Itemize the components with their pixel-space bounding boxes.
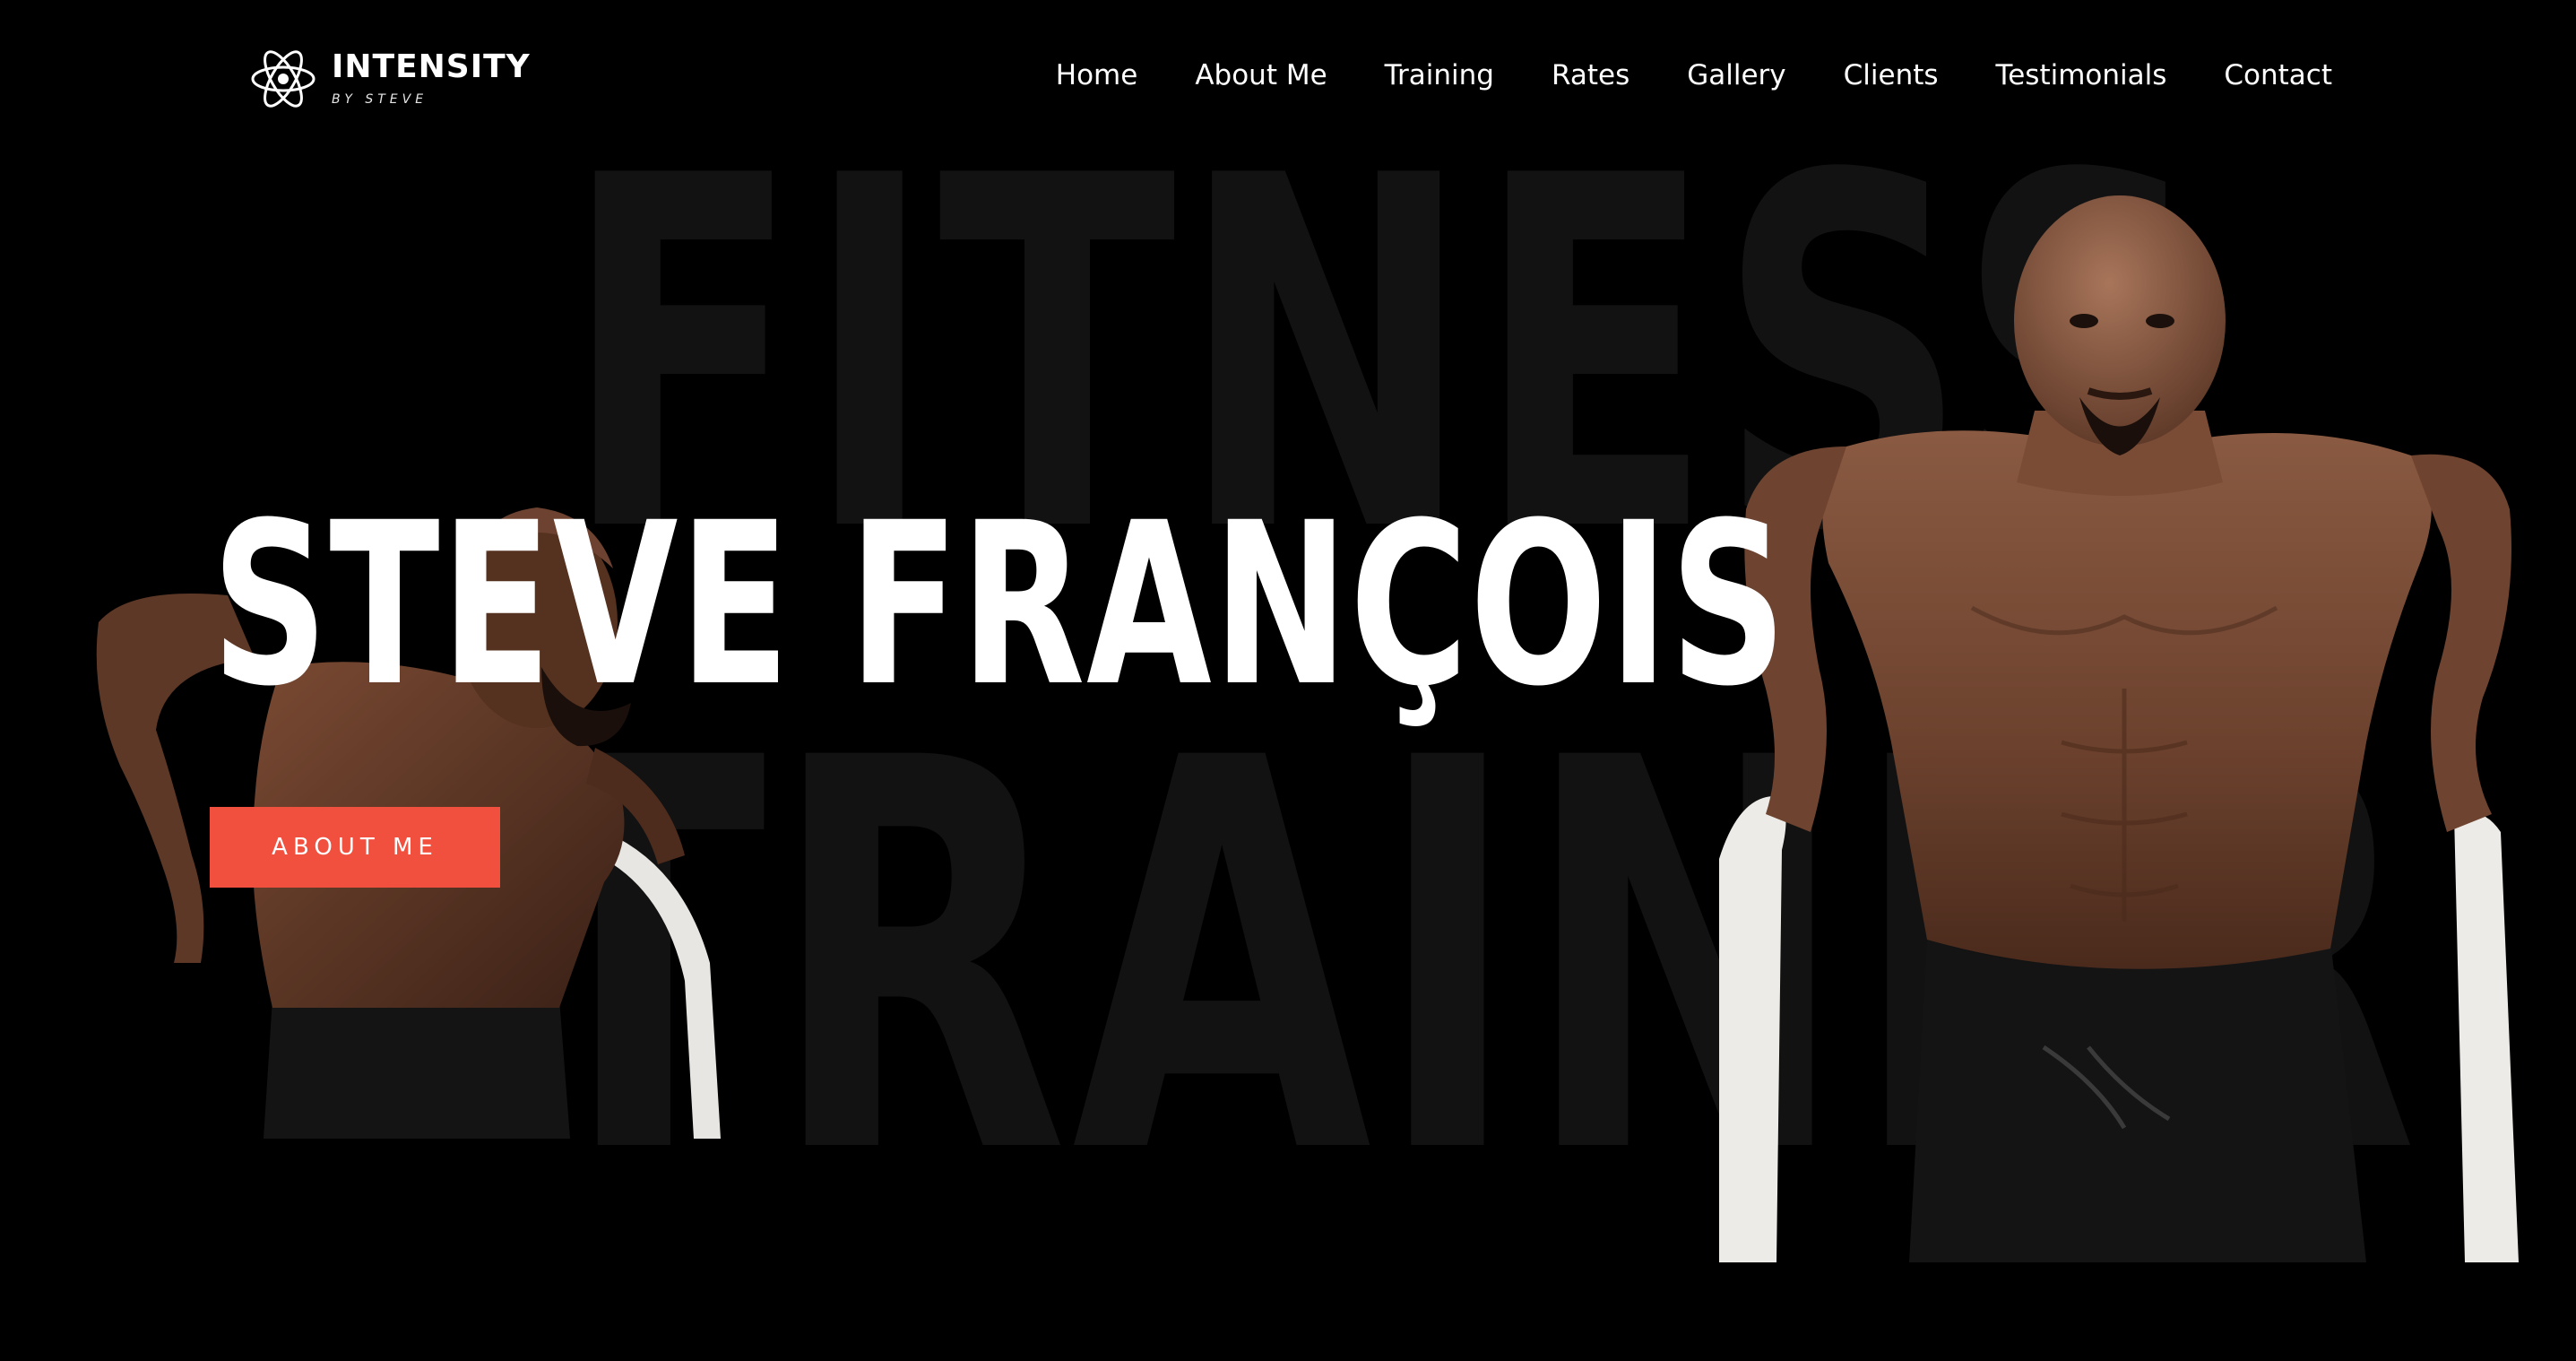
main-nav: Home About Me Training Rates Gallery Cli… [1056,59,2332,91]
nav-item-rates[interactable]: Rates [1552,59,1629,91]
brand-subtitle: BY STEVE [332,92,428,107]
trainer-photo-right [1719,195,2519,1262]
brand-title: INTENSITY [332,48,531,85]
about-me-button[interactable]: ABOUT ME [210,807,500,888]
nav-item-home[interactable]: Home [1056,59,1138,91]
nav-item-testimonials[interactable]: Testimonials [1996,59,2167,91]
nav-item-about-me[interactable]: About Me [1195,59,1327,91]
nav-item-clients[interactable]: Clients [1844,59,1939,91]
nav-item-training[interactable]: Training [1385,59,1494,91]
brand-logo[interactable]: INTENSITY BY STEVE [249,39,531,118]
nav-item-contact[interactable]: Contact [2224,59,2332,91]
nav-item-gallery[interactable]: Gallery [1687,59,1785,91]
hero-title: STEVE FRANÇOIS [212,474,1788,735]
atom-icon [251,50,316,108]
